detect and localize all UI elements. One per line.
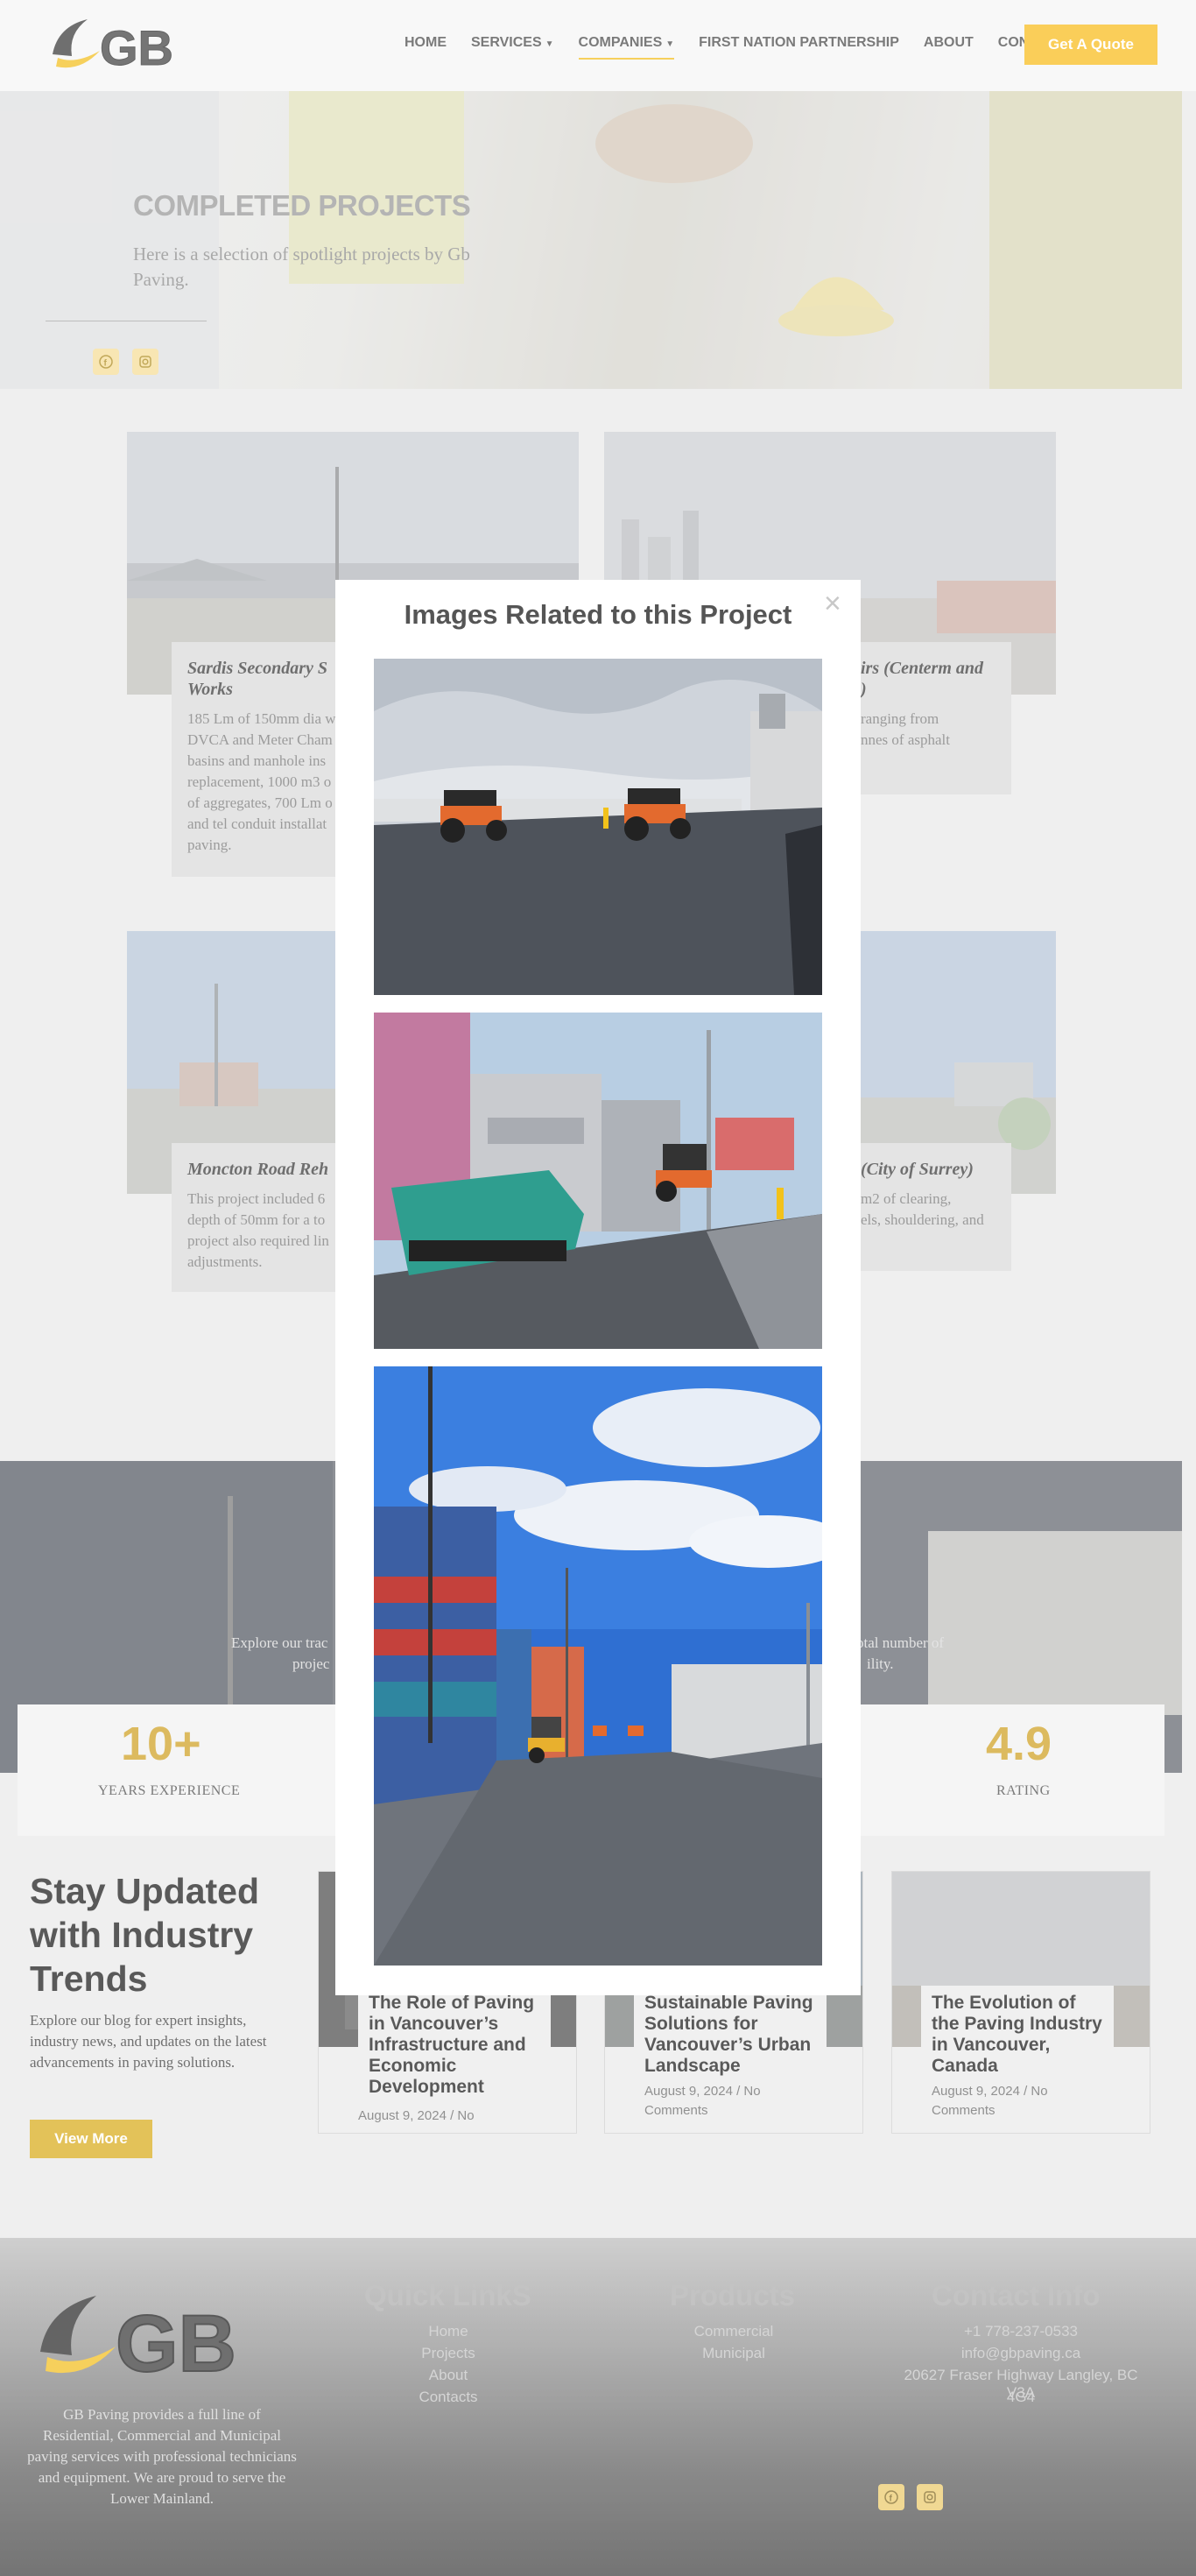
- project-photo-paver[interactable]: [374, 1013, 822, 1349]
- project-images-modal: × Images Related to this Project: [335, 580, 861, 1995]
- project-photo-rollers[interactable]: [374, 659, 822, 995]
- project-photo-container-road[interactable]: [374, 1366, 822, 1966]
- modal-title: Images Related to this Project: [404, 599, 792, 630]
